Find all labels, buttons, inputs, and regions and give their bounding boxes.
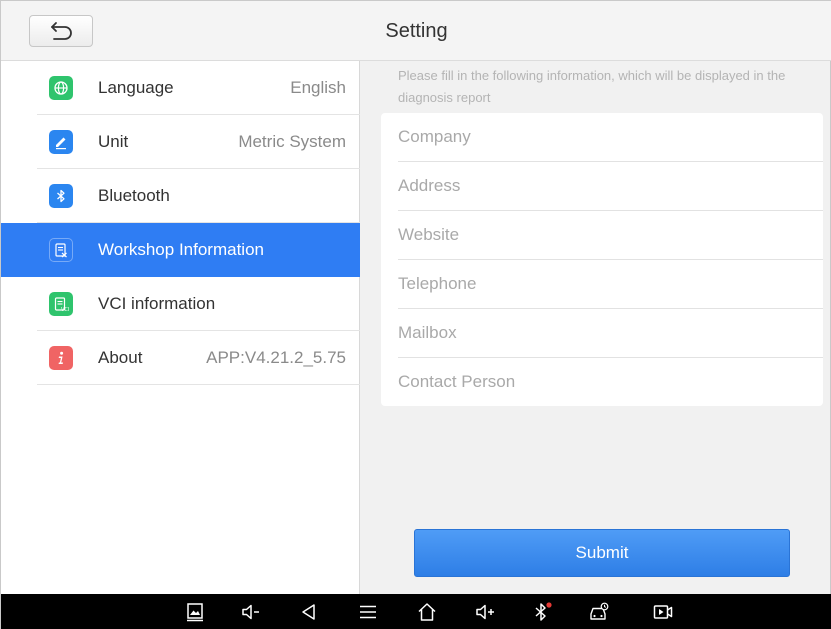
workshop-form (381, 113, 823, 406)
sidebar-item-label: Workshop Information (98, 240, 264, 259)
contact-person-field[interactable] (398, 358, 808, 406)
address-field-row (381, 162, 823, 211)
info-icon (49, 346, 73, 370)
contact-person-field-row (381, 358, 823, 407)
vci-document-icon: VCI (49, 292, 73, 316)
svg-text:VCI: VCI (61, 307, 69, 312)
sidebar-item-bluetooth[interactable]: Bluetooth (1, 169, 360, 223)
volume-up-icon[interactable] (473, 600, 497, 624)
sidebar-item-value: English (290, 78, 346, 97)
volume-down-icon[interactable] (239, 600, 263, 624)
sidebar-item-label: VCI information (98, 294, 216, 313)
sidebar-item-label: About (98, 348, 143, 367)
settings-sidebar: Language English Unit Metric System Blue… (1, 61, 360, 594)
divider (37, 384, 360, 385)
back-arrow-icon (51, 22, 72, 40)
sidebar-item-about[interactable]: About APP:V4.21.2_5.75 (1, 331, 360, 385)
pencil-icon (49, 130, 73, 154)
telephone-field-row (381, 260, 823, 309)
company-field-row (381, 113, 823, 162)
sidebar-item-value: Metric System (238, 132, 346, 151)
system-navigation-bar (1, 594, 831, 629)
address-field[interactable] (398, 162, 808, 210)
sidebar-item-label: Unit (98, 132, 129, 151)
vehicle-diagnosis-icon[interactable] (587, 600, 611, 624)
document-edit-icon (49, 238, 73, 262)
bluetooth-icon (49, 184, 73, 208)
back-icon[interactable] (297, 600, 321, 624)
submit-button[interactable]: Submit (414, 529, 790, 577)
sidebar-item-unit[interactable]: Unit Metric System (1, 115, 360, 169)
sidebar-item-workshop-information[interactable]: Workshop Information (1, 223, 360, 277)
telephone-field[interactable] (398, 260, 808, 308)
screen-record-icon[interactable] (651, 600, 675, 624)
back-button[interactable] (29, 15, 93, 47)
title-bar: Setting (1, 1, 831, 61)
sidebar-item-vci-information[interactable]: VCI VCI information (1, 277, 360, 331)
sidebar-item-value: APP:V4.21.2_5.75 (206, 348, 346, 367)
company-field[interactable] (398, 113, 808, 161)
sidebar-item-label: Language (98, 78, 174, 97)
website-field[interactable] (398, 211, 808, 259)
website-field-row (381, 211, 823, 260)
app-window: Setting Language English Unit Metric Sys… (0, 0, 831, 629)
globe-icon (49, 76, 73, 100)
bluetooth-status-icon[interactable] (530, 600, 554, 624)
form-notice: Please fill in the following information… (398, 68, 786, 105)
home-icon[interactable] (415, 600, 439, 624)
page-title: Setting (385, 20, 448, 42)
mailbox-field-row (381, 309, 823, 358)
mailbox-field[interactable] (398, 309, 808, 357)
menu-icon[interactable] (356, 600, 380, 624)
screenshot-icon[interactable] (183, 600, 207, 624)
sidebar-item-language[interactable]: Language English (1, 61, 360, 115)
sidebar-item-label: Bluetooth (98, 186, 170, 205)
